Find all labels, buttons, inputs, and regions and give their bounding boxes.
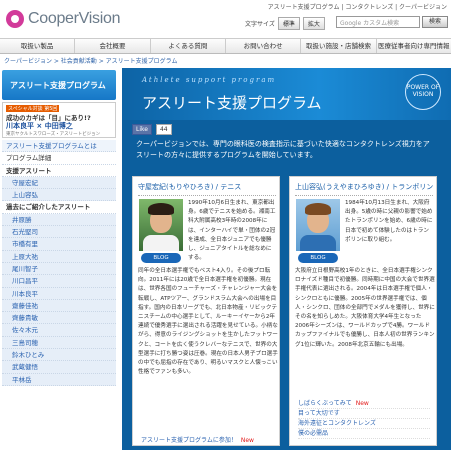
program-link-label: アスリート支援プログラムに参加！ (141, 437, 237, 444)
blog-post-link[interactable]: 僕の必需品 (298, 429, 430, 439)
blog-post-link[interactable]: 目って大切です (298, 409, 430, 419)
sidebar-heading-past: 過去にご紹介したアスリート (2, 201, 116, 214)
promo-caption: 東京ヤクルトスワローズ・アスリートビジョン (6, 132, 101, 137)
athlete-name: 守屋宏紀(もりやひろき) / テニス (138, 182, 276, 196)
sidebar-item-about[interactable]: アスリート支援プログラムとは (2, 140, 116, 153)
search-button[interactable]: 検索 (422, 16, 448, 28)
new-badge: New (355, 400, 369, 407)
sidebar-item-athlete[interactable]: 齋藤佳祐 (2, 299, 116, 313)
blog-post-title: しばらくぶってみて (298, 400, 352, 407)
hero-banner: Athlete support program アスリート支援プログラム POW… (122, 68, 451, 120)
breadcrumb[interactable]: クーパービジョン > 社会貢献活動 > アスリート支援プログラム (4, 56, 177, 65)
blog-post-list: しばらくぶってみて New 目って大切です 海外遠征とコンタクトレンズ 僕の必需品 (298, 399, 430, 439)
power-of-vision-badge: POWER OF VISION (405, 74, 441, 110)
like-count: 44 (155, 124, 172, 135)
page-title: アスリート支援プログラム (142, 94, 322, 112)
nav-professionals[interactable]: 医療従事者向け専門情報 (377, 39, 451, 53)
nav-faq[interactable]: よくある質問 (151, 39, 226, 53)
like-button[interactable]: Like (132, 124, 152, 135)
search-input[interactable]: Google カスタム検索 (336, 16, 420, 28)
new-badge: New (240, 437, 254, 444)
sidebar-item-athlete[interactable]: 上山容弘 (2, 189, 116, 202)
sidebar: アスリート支援プログラム スペシャル対談 第5回 成功のカギは「目」にあり!? … (0, 68, 118, 450)
promo-names: 川本良平 × 中田博之 (6, 122, 73, 130)
facebook-like: Like 44 (132, 124, 172, 135)
site-header: CooperVision アスリート支援プログラム | コンタクトレンズ | ク… (0, 0, 451, 36)
logo-mark-icon (6, 10, 24, 28)
blog-button[interactable]: BLOG (298, 253, 338, 263)
font-size-control: 文字サイズ 標準 拡大 (245, 17, 325, 30)
athlete-bio: 同年の全日本選手権でもベスト4入り。その後プロ転向。2011年には20歳で全日本… (138, 268, 278, 376)
blog-post-link[interactable]: 海外遠征とコンタクトレンズ (298, 419, 430, 429)
font-normal-button[interactable]: 標準 (277, 17, 300, 30)
athlete-photo (139, 199, 183, 251)
sidebar-item-athlete[interactable]: 石光堅司 (2, 226, 116, 239)
sidebar-item-athlete[interactable]: 三島司穂 (2, 336, 116, 350)
nav-company[interactable]: 会社概要 (75, 39, 151, 53)
intro-text: クーパービジョンでは、専門の眼科医の検査指示に基づいた快適なコンタクトレンズ視力… (136, 140, 430, 159)
athlete-card: 守屋宏紀(もりやひろき) / テニス BLOG 1990年10月6日生まれ、東京… (132, 176, 280, 446)
sidebar-list: アスリート支援プログラムとは プログラム詳細 支援アスリート 守屋宏紀 上山容弘… (2, 140, 116, 386)
athlete-card: 上山容弘(うえやまひろゆき) / トランポリン BLOG 1984年10月13日… (289, 176, 437, 446)
sidebar-item-details[interactable]: プログラム詳細 (2, 152, 116, 165)
blog-post-link[interactable]: しばらくぶってみて New (298, 399, 430, 409)
promo-badge: スペシャル対談 第5回 (6, 105, 60, 112)
program-link[interactable]: アスリート支援プログラムに参加！ New (141, 435, 254, 444)
nav-contact[interactable]: お問い合わせ (226, 39, 302, 53)
global-nav: 取扱い製品 会社概要 よくある質問 お問い合わせ 取扱い施設・店舗検索 医療従事… (0, 38, 451, 54)
sidebar-item-athlete[interactable]: 平林岳 (2, 373, 116, 386)
athlete-bio: 大阪府立日根野高校1年のときに、全日本選手権シンクロナイズド種目で初優勝。同時期… (295, 268, 435, 348)
font-large-button[interactable]: 拡大 (302, 17, 325, 30)
athlete-name: 上山容弘(うえやまひろゆき) / トランポリン (295, 182, 433, 196)
sidebar-item-athlete[interactable]: 川口昌平 (2, 275, 116, 288)
hero-subtitle: Athlete support program (142, 76, 277, 84)
sidebar-item-athlete[interactable]: 守屋宏紀 (2, 176, 116, 190)
logo-text: CooperVision (28, 10, 121, 27)
top-breadcrumb-links[interactable]: アスリート支援プログラム | コンタクトレンズ | クーパービジョン (268, 2, 447, 11)
sidebar-title[interactable]: アスリート支援プログラム (2, 70, 116, 100)
sidebar-item-athlete[interactable]: 佐々木元 (2, 324, 116, 337)
promo-banner[interactable]: スペシャル対談 第5回 成功のカギは「目」にあり!? 川本良平 × 中田博之 東… (2, 102, 116, 138)
nav-store-search[interactable]: 取扱い施設・店舗検索 (301, 39, 377, 53)
main-content: Athlete support program アスリート支援プログラム POW… (122, 68, 451, 450)
nav-products[interactable]: 取扱い製品 (0, 39, 76, 53)
coopervision-logo[interactable]: CooperVision (6, 9, 120, 29)
sidebar-item-athlete[interactable]: 武蔵健悟 (2, 361, 116, 374)
athlete-photo (296, 199, 340, 251)
athlete-bio-intro: 1984年10月13日生まれ、大阪府出身。5歳の時に父親の影響で始めたトランポリ… (345, 200, 433, 243)
athlete-bio-intro: 1990年10月6日生まれ、東京都出身。6歳でテニスを始める。湘南工科大附属高校… (188, 200, 276, 262)
sidebar-item-athlete[interactable]: 川本良平 (2, 287, 116, 300)
sidebar-item-athlete[interactable]: 市橋有里 (2, 238, 116, 251)
blog-button[interactable]: BLOG (141, 253, 181, 263)
sidebar-item-athlete[interactable]: 上原大祐 (2, 250, 116, 263)
sidebar-item-athlete[interactable]: 齊藤貴敏 (2, 312, 116, 325)
font-size-label: 文字サイズ (245, 21, 275, 28)
sidebar-item-athlete[interactable]: 鈴木ひとみ (2, 349, 116, 362)
sidebar-item-athlete[interactable]: 井原勝 (2, 213, 116, 227)
sidebar-item-athlete[interactable]: 尾川智子 (2, 262, 116, 276)
sidebar-heading-supported: 支援アスリート (2, 164, 116, 177)
